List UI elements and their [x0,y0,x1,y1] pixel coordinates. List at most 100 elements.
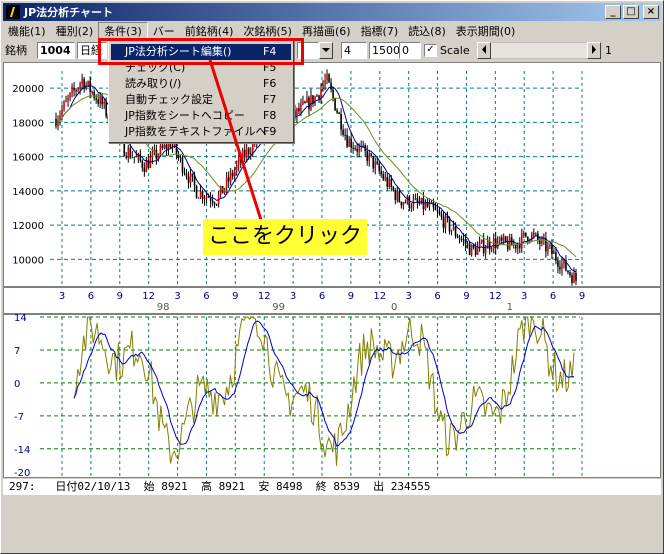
candle-body [354,148,356,150]
menu-display-period[interactable]: 表示期間(0) [451,23,521,39]
close-button[interactable]: × [643,5,659,19]
menu-bar-item[interactable]: バー [148,23,180,39]
candle-body [163,144,166,148]
page-indicator: 1 [605,44,612,57]
candle-body [502,236,505,241]
candle-body [71,88,73,93]
candle-body [388,179,391,187]
candle-body [462,239,465,241]
candle-body [392,187,395,191]
month-tick-label: 6 [88,291,94,302]
candle-body [356,148,358,152]
minimize-button[interactable]: _ [605,5,621,19]
candle-body [486,241,489,249]
candle-body [326,74,328,81]
candle-body [376,161,379,164]
period-dropdown-button[interactable] [319,42,333,59]
candle-body [535,233,537,235]
menu-prev-symbol[interactable]: 前銘柄(4) [180,23,239,39]
scroll-left-button[interactable] [477,42,491,59]
price-tick-label: 12000 [12,221,44,232]
candle-body [159,145,162,155]
price-tick-label: 14000 [12,187,44,198]
candle-body [378,163,381,172]
candle-body [482,239,485,254]
candle-body [233,170,236,177]
candle-body [541,238,543,244]
param-c-input[interactable]: 0 [399,42,421,59]
menu-type[interactable]: 種別(2) [51,23,99,39]
candle-body [314,96,316,104]
candle-body [402,202,405,206]
candle-body [61,109,63,116]
candle-body [79,83,81,89]
stock-chart[interactable]: 20000 18000 16000 14000 12000 10000 3 6 9 12 3 6 9 12… [4,63,660,477]
candle-body [179,157,182,159]
menu-load[interactable]: 読込(8) [403,23,451,39]
osc-tick-label: -7 [14,412,24,423]
candle-body [237,158,240,165]
menu-next-symbol[interactable]: 次銘柄(5) [238,23,297,39]
month-tick-label: 6 [434,291,440,302]
candle-body [189,173,192,183]
menu-item-read[interactable]: 読み取り(/) F6 [111,76,291,92]
candle-body [498,237,501,242]
candle-body [504,236,507,242]
candle-body [386,177,389,187]
menu-item-export-text[interactable]: JP指数をテキストファイルへ F9 [111,124,291,140]
candle-body [229,172,232,182]
candle-body [310,95,312,110]
candle-body [183,172,186,174]
scroll-right-button[interactable] [587,42,601,59]
candle-body [151,152,154,158]
arrow-right-icon [592,45,596,54]
maximize-button[interactable]: □ [623,5,639,19]
candle-body [549,244,551,246]
candle-body [215,204,218,206]
candle-body [426,203,429,207]
candle-body [97,99,99,104]
candle-body [332,89,334,99]
candle-body [324,80,326,85]
year-label: 98 [157,302,170,313]
menu-item-label: 自動チェック設定 [125,93,213,106]
candle-body [478,242,481,247]
candle-body [408,196,411,209]
param-a-input[interactable]: 4 [341,42,367,59]
status-bar: 297: 日付02/10/13 始 8921 高 8921 安 8498 終 8… [3,479,661,495]
osc-tick-label: -20 [14,468,30,477]
candle-body [557,260,559,267]
menu-indicator[interactable]: 指標(7) [356,23,404,39]
osc-tick-label: 14 [14,313,27,324]
candle-body [105,101,107,117]
price-tick-label: 20000 [12,84,44,95]
candle-body [197,197,200,199]
year-label: 1 [507,302,513,313]
month-tick-label: 3 [521,291,527,302]
param-b-input[interactable]: 1500 [369,42,400,59]
candle-body [573,272,575,283]
menu-redraw[interactable]: 再描画(6) [297,23,356,39]
symbol-code-input[interactable]: 1004 [37,42,75,59]
candle-body [135,156,138,158]
candle-body [561,263,563,270]
candle-body [350,138,352,148]
title-bar[interactable]: JP法分析チャート _ □ × [3,3,661,21]
candle-body [470,245,473,256]
menu-function[interactable]: 機能(1) [3,23,51,39]
candle-body [63,101,65,110]
candle-body [358,146,360,152]
candle-body [404,202,407,204]
menu-item-auto-check[interactable]: 自動チェック設定 F7 [111,92,291,108]
chart-area[interactable]: 20000 18000 16000 14000 12000 10000 3 6 9 12 3 6 9 12… [3,62,661,478]
candle-body [69,92,71,98]
candle-body [322,84,324,89]
candle-body [438,211,441,215]
scrollbar-track[interactable] [491,42,587,59]
scale-checkbox[interactable]: ✓ [424,44,437,57]
candle-body [336,110,338,113]
candle-body [456,235,459,238]
menu-item-copy-to-sheet[interactable]: JP指数をシートへコピー F8 [111,108,291,124]
candle-body [328,74,330,83]
candle-body [213,202,216,205]
